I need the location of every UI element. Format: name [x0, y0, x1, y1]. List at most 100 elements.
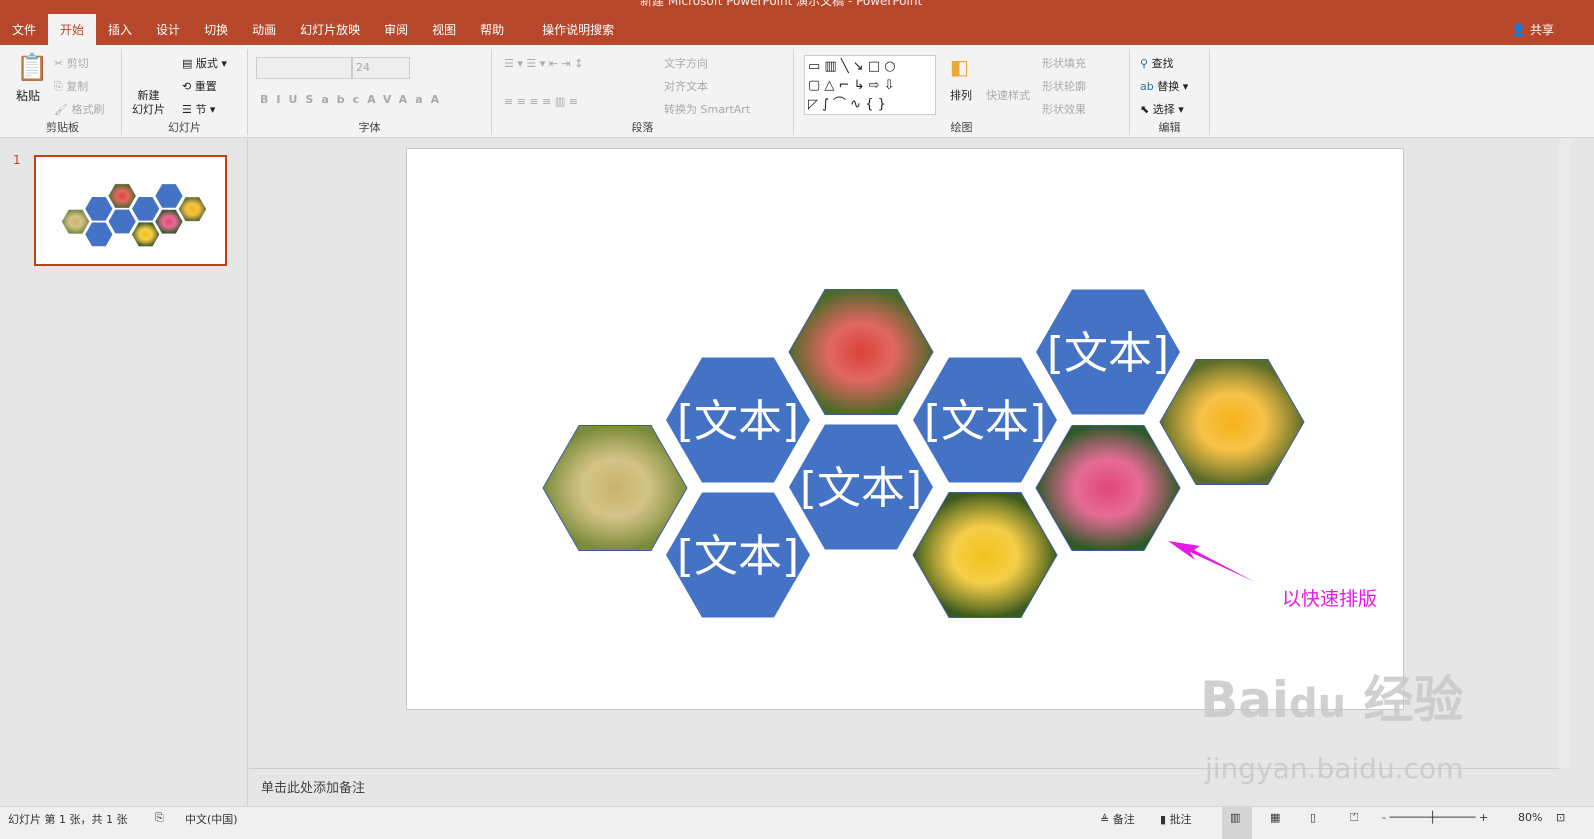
select-label: 选择 — [1152, 103, 1175, 116]
smartart-button[interactable]: 转换为 SmartArt — [664, 101, 750, 117]
list-buttons[interactable]: ☰ ▾ ☰ ▾ ⇤ ⇥ ↕ — [504, 57, 583, 70]
annotation-label: 以快速排版 — [1282, 588, 1378, 610]
group-label: 剪贴板 — [46, 121, 79, 134]
find-button[interactable]: ⚲ 查找 — [1140, 55, 1174, 71]
align-text-button[interactable]: 对齐文本 — [664, 78, 708, 94]
language[interactable]: 中文(中国) — [185, 811, 238, 827]
text-hexagon[interactable] — [85, 196, 113, 221]
notes-button[interactable]: ≜ 备注 — [1100, 811, 1135, 827]
slide-number: 1 — [13, 153, 21, 167]
slide-sorter-button[interactable]: ▦ — [1270, 811, 1280, 824]
align-buttons[interactable]: ≡ ≡ ≡ ≡ ▥ ≡ — [504, 95, 578, 108]
group-drawing: ▭ ▥ ╲ ↘ □ ○ ▢ △ ⌐ ↳ ⇨ ⇩ ◸ ∫ ⌒ ∿ { } ◧ 排列 快… — [794, 49, 1130, 135]
section-button[interactable]: ☰ 节 ▾ — [182, 101, 215, 117]
comments-label: 批注 — [1169, 813, 1192, 826]
comments-button[interactable]: ▮ 批注 — [1160, 811, 1192, 827]
zoom-level[interactable]: 80% — [1518, 811, 1542, 824]
thumbnail-preview — [61, 183, 207, 247]
share-button[interactable]: 👤 共享 — [1511, 21, 1554, 38]
slide-thumbnail[interactable] — [34, 155, 227, 266]
cut-button[interactable]: ✂ 剪切 — [54, 55, 89, 71]
copy-label: 复制 — [66, 80, 89, 93]
group-slides: 新建 幻灯片 ▤ 版式 ▾ ⟲ 重置 ☰ 节 ▾ 幻灯片 — [122, 49, 248, 135]
tab-1[interactable]: 开始 — [48, 14, 97, 45]
reading-view-button[interactable]: ▯ — [1310, 811, 1316, 824]
select-button[interactable]: ⬉ 选择 ▾ — [1140, 101, 1184, 117]
ribbon-tabs: 文件 开始 插入 设计 切换 动画 幻灯片放映 审阅 视图 帮助 操作说明搜索 — [0, 14, 626, 45]
find-label: 查找 — [1151, 57, 1174, 70]
spellcheck-icon[interactable]: ⎘ — [155, 811, 164, 825]
slideshow-button[interactable]: ⏍ — [1350, 811, 1358, 825]
tab-3[interactable]: 设计 — [144, 14, 192, 45]
new-slide-button[interactable]: 新建 幻灯片 — [132, 89, 165, 117]
tab-2[interactable]: 插入 — [96, 14, 144, 45]
arrange-icon[interactable]: ◧ — [950, 55, 969, 79]
section-label: 节 — [195, 103, 207, 116]
group-paragraph: ☰ ▾ ☰ ▾ ⇤ ⇥ ↕ ≡ ≡ ≡ ≡ ▥ ≡ 文字方向 对齐文本 转换为 … — [492, 49, 794, 135]
photo-hexagon[interactable] — [108, 183, 136, 208]
group-label: 编辑 — [1158, 121, 1181, 134]
tab-5[interactable]: 动画 — [240, 14, 288, 45]
text-hexagon[interactable] — [155, 184, 183, 208]
text-hexagon[interactable] — [85, 222, 113, 247]
notes-label: 备注 — [1112, 813, 1135, 826]
window-title: 新建 Microsoft PowerPoint 演示文稿 - PowerPoin… — [640, 0, 923, 8]
layout-button[interactable]: ▤ 版式 ▾ — [182, 55, 227, 71]
shapes-gallery[interactable]: ▭ ▥ ╲ ↘ □ ○ ▢ △ ⌐ ↳ ⇨ ⇩ ◸ ∫ ⌒ ∿ { } — [804, 55, 936, 115]
tab-9[interactable]: 帮助 — [468, 14, 516, 45]
group-label: 字体 — [358, 121, 381, 134]
slide-canvas[interactable] — [406, 148, 1404, 710]
fit-slide-button[interactable]: ⊡ — [1556, 811, 1565, 824]
shape-outline-button[interactable]: 形状轮廓 — [1042, 78, 1086, 94]
tab-6[interactable]: 幻灯片放映 — [288, 14, 372, 45]
layout-label: 版式 — [195, 57, 218, 70]
photo-hexagon[interactable] — [155, 209, 183, 234]
format-painter-label: 格式刷 — [71, 103, 105, 116]
tab-0[interactable]: 文件 — [0, 14, 48, 45]
format-painter-button[interactable]: 🖌 格式刷 — [54, 101, 104, 117]
tab-8[interactable]: 视图 — [420, 14, 468, 45]
shape-fill-button[interactable]: 形状填充 — [1042, 55, 1086, 71]
font-size-select[interactable]: 24 — [352, 57, 410, 79]
group-font: 24 BIUSabcAVAaA 字体 — [248, 49, 492, 135]
share-label: 共享 — [1529, 23, 1554, 37]
photo-hexagon[interactable] — [61, 209, 90, 234]
zoom-slider[interactable]: - ──────┼────── + — [1382, 811, 1488, 824]
tab-4[interactable]: 切换 — [192, 14, 240, 45]
cursor-icon: ⬉ — [1140, 103, 1150, 116]
vertical-scrollbar[interactable] — [1559, 139, 1571, 768]
photo-hexagon[interactable] — [178, 197, 207, 222]
copy-button[interactable]: ⎘ 复制 — [54, 78, 88, 94]
ribbon: 📋 粘贴 ✂ 剪切 ⎘ 复制 🖌 格式刷 剪贴板 新建 幻灯片 ▤ 版式 ▾ ⟲… — [0, 45, 1594, 138]
text-direction-button[interactable]: 文字方向 — [664, 55, 708, 71]
slide-info: 幻灯片 第 1 张，共 1 张 — [8, 813, 128, 826]
normal-view-button[interactable]: ▥ — [1222, 807, 1252, 839]
font-format-buttons[interactable]: BIUSabcAVAaA — [260, 93, 447, 106]
title-bar: 新建 Microsoft PowerPoint 演示文稿 - PowerPoin… — [0, 0, 1594, 45]
replace-icon: ab — [1140, 80, 1154, 93]
group-label: 绘图 — [950, 121, 973, 134]
text-hexagon[interactable] — [108, 209, 136, 234]
group-label: 段落 — [631, 121, 654, 134]
reset-button[interactable]: ⟲ 重置 — [182, 78, 217, 94]
photo-hexagon[interactable] — [131, 222, 160, 247]
paste-icon[interactable]: 📋 — [16, 53, 48, 83]
replace-button[interactable]: ab 替换 ▾ — [1140, 78, 1188, 94]
reset-label: 重置 — [194, 80, 217, 93]
group-label: 幻灯片 — [168, 121, 201, 134]
group-editing: ⚲ 查找 ab 替换 ▾ ⬉ 选择 ▾ 编辑 — [1130, 49, 1210, 135]
search-icon: ⚲ — [1140, 57, 1149, 70]
text-hexagon[interactable] — [132, 196, 160, 221]
shape-effects-button[interactable]: 形状效果 — [1042, 101, 1086, 117]
cut-label: 剪切 — [66, 57, 89, 70]
status-bar: 幻灯片 第 1 张，共 1 张 ⎘ 中文(中国) ≜ 备注 ▮ 批注 ▥ ▦ ▯… — [0, 806, 1594, 839]
paste-button[interactable]: 粘贴 — [16, 87, 40, 104]
quick-styles-button[interactable]: 快速样式 — [986, 87, 1030, 103]
replace-label: 替换 — [1157, 80, 1180, 93]
group-clipboard: 📋 粘贴 ✂ 剪切 ⎘ 复制 🖌 格式刷 剪贴板 — [4, 49, 122, 135]
tab-10[interactable]: 操作说明搜索 — [530, 14, 626, 45]
font-name-select[interactable] — [256, 57, 352, 79]
tab-7[interactable]: 审阅 — [372, 14, 420, 45]
notes-pane[interactable]: 单击此处添加备注 — [249, 768, 1559, 806]
arrange-button[interactable]: 排列 — [950, 87, 972, 103]
